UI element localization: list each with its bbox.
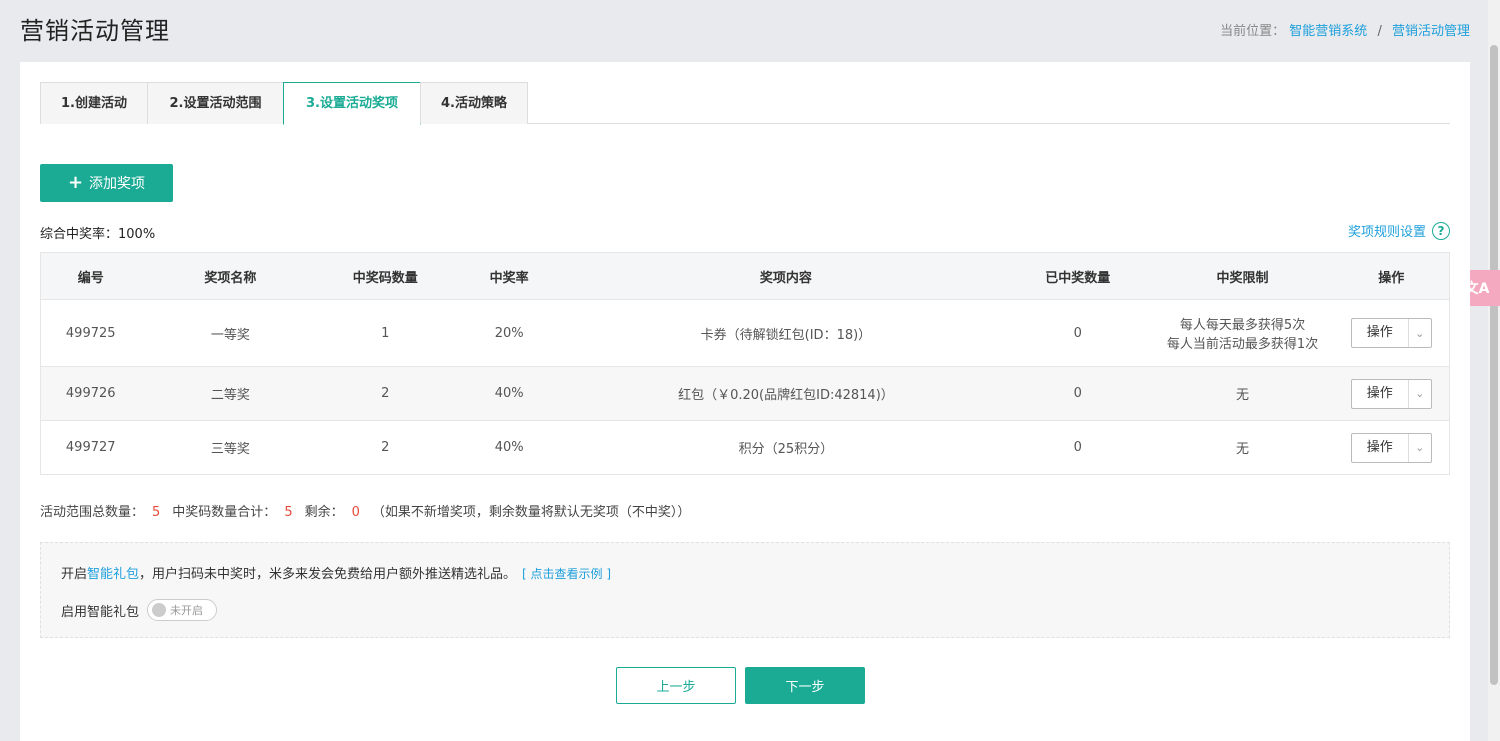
cell-rate: 40% [450, 366, 569, 421]
smart-gift-panel: 开启智能礼包，用户扫码未中奖时，米多来发会免费给用户额外推送精选礼品。 [ 点击查… [40, 542, 1450, 638]
cell-rate: 40% [450, 420, 569, 475]
operation-dropdown[interactable]: 操作 ⌄ [1350, 318, 1432, 348]
limit-line-1: 每人每天最多获得5次 [1179, 318, 1306, 333]
smart-gift-toggle[interactable]: 未开启 [147, 599, 218, 621]
summary-codes-value: 5 [284, 505, 293, 520]
table-row: 499727 三等奖 2 40% 积分（25积分） 0 无 操作 ⌄ [40, 420, 1450, 475]
page-header: 营销活动管理 当前位置： 智能营销系统 / 营销活动管理 [0, 0, 1500, 62]
cell-limit: 无 [1151, 366, 1334, 421]
table-row: 499725 一等奖 1 20% 卡券（待解锁红包(ID：18)） 0 每人每天… [40, 299, 1450, 367]
cell-rate: 20% [450, 299, 569, 367]
cell-id: 499727 [40, 420, 141, 475]
cell-won: 0 [1003, 420, 1152, 475]
smart-gift-link[interactable]: 智能礼包 [87, 567, 139, 582]
cell-name: 三等奖 [140, 420, 321, 475]
page-scrollbar[interactable] [1488, 0, 1500, 741]
cell-op: 操作 ⌄ [1333, 420, 1450, 475]
gift-text: ，用户扫码未中奖时，米多来发会免费给用户额外推送精选礼品。 [139, 567, 517, 582]
table-row: 499726 二等奖 2 40% 红包（￥0.20(品牌红包ID:42814)）… [40, 366, 1450, 421]
table-header-row: 编号 奖项名称 中奖码数量 中奖率 奖项内容 已中奖数量 中奖限制 操作 [40, 252, 1450, 300]
view-example-link[interactable]: [ 点击查看示例 ] [522, 567, 611, 581]
smart-gift-description: 开启智能礼包，用户扫码未中奖时，米多来发会免费给用户额外推送精选礼品。 [ 点击查… [61, 563, 611, 582]
cell-op: 操作 ⌄ [1333, 299, 1450, 367]
main-card: 1.创建活动 2.设置活动范围 3.设置活动奖项 4.活动策略 + 添加奖项 综… [20, 62, 1470, 741]
col-op: 操作 [1333, 252, 1450, 300]
col-content: 奖项内容 [568, 252, 1004, 300]
add-prize-label: 添加奖项 [89, 176, 146, 192]
cell-codes: 2 [320, 420, 451, 475]
summary-total-label: 活动范围总数量： [40, 505, 145, 520]
summary-note: （如果不新增奖项，剩余数量将默认无奖项（不中奖）） [371, 505, 691, 520]
cell-limit: 每人每天最多获得5次 每人当前活动最多获得1次 [1151, 299, 1334, 367]
next-step-button[interactable]: 下一步 [745, 667, 865, 704]
breadcrumb-link-activity[interactable]: 营销活动管理 [1392, 24, 1470, 39]
operation-label: 操作 [1366, 385, 1393, 401]
add-prize-button[interactable]: + 添加奖项 [40, 164, 173, 202]
breadcrumb-separator: / [1377, 24, 1382, 39]
limit-line-2: 每人当前活动最多获得1次 [1166, 337, 1319, 352]
gift-prefix: 开启 [61, 567, 88, 582]
operation-label: 操作 [1366, 439, 1393, 455]
toggle-state-text: 未开启 [170, 604, 204, 617]
cell-id: 499726 [40, 366, 141, 421]
breadcrumb-prefix: 当前位置： [1220, 24, 1286, 39]
toggle-knob [152, 603, 167, 617]
prizes-table: 编号 奖项名称 中奖码数量 中奖率 奖项内容 已中奖数量 中奖限制 操作 499… [40, 252, 1450, 475]
operation-dropdown[interactable]: 操作 ⌄ [1350, 432, 1432, 463]
cell-codes: 1 [320, 299, 451, 367]
cell-name: 一等奖 [140, 299, 321, 367]
quantity-summary: 活动范围总数量： 5 中奖码数量合计： 5 剩余： 0 （如果不新增奖项，剩余数量将默认无奖… [40, 501, 690, 520]
cell-codes: 2 [320, 366, 451, 421]
smart-gift-toggle-row: 启用智能礼包 未开启 [61, 599, 218, 621]
summary-codes-label: 中奖码数量合计： [172, 505, 277, 520]
scrollbar-thumb[interactable] [1490, 45, 1498, 685]
cell-won: 0 [1003, 299, 1152, 367]
smart-gift-toggle-label: 启用智能礼包 [61, 604, 140, 620]
page-title: 营销活动管理 [20, 17, 170, 45]
operation-label: 操作 [1366, 325, 1393, 340]
col-won: 已中奖数量 [1003, 252, 1152, 300]
chevron-down-icon[interactable]: ⌄ [1407, 433, 1431, 462]
step-tabs: 1.创建活动 2.设置活动范围 3.设置活动奖项 4.活动策略 [40, 82, 1450, 125]
prize-rules-label: 奖项规则设置 [1347, 225, 1426, 240]
col-codes: 中奖码数量 [320, 252, 451, 300]
overall-win-rate: 综合中奖率：100% [40, 227, 156, 242]
summary-remain-label: 剩余： [304, 505, 344, 520]
tab-activity-strategy[interactable]: 4.活动策略 [420, 82, 528, 124]
cell-id: 499725 [40, 299, 141, 367]
cell-won: 0 [1003, 366, 1152, 421]
plus-icon: + [67, 172, 84, 193]
chevron-down-icon[interactable]: ⌄ [1407, 319, 1431, 347]
col-name: 奖项名称 [140, 252, 321, 300]
help-icon[interactable]: ? [1432, 221, 1450, 240]
cell-content: 卡券（待解锁红包(ID：18)） [568, 299, 1004, 367]
tab-activity-scope[interactable]: 2.设置活动范围 [147, 82, 284, 124]
col-limit: 中奖限制 [1151, 252, 1334, 300]
summary-remain-value: 0 [351, 505, 360, 520]
col-rate: 中奖率 [450, 252, 569, 300]
prev-step-button[interactable]: 上一步 [616, 667, 736, 704]
breadcrumb: 当前位置： 智能营销系统 / 营销活动管理 [1220, 20, 1470, 39]
col-id: 编号 [40, 252, 141, 300]
prize-rules-link[interactable]: 奖项规则设置 ? [1348, 221, 1450, 240]
operation-dropdown[interactable]: 操作 ⌄ [1350, 378, 1432, 409]
chevron-down-icon[interactable]: ⌄ [1407, 379, 1431, 408]
tab-activity-prizes[interactable]: 3.设置活动奖项 [283, 82, 421, 125]
cell-content: 红包（￥0.20(品牌红包ID:42814)） [568, 366, 1004, 421]
cell-op: 操作 ⌄ [1333, 366, 1450, 421]
tab-create-activity[interactable]: 1.创建活动 [40, 82, 148, 124]
cell-limit: 无 [1151, 420, 1334, 475]
cell-content: 积分（25积分） [568, 420, 1004, 475]
cell-name: 二等奖 [140, 366, 321, 421]
breadcrumb-link-system[interactable]: 智能营销系统 [1289, 24, 1367, 39]
summary-total-value: 5 [152, 505, 161, 520]
